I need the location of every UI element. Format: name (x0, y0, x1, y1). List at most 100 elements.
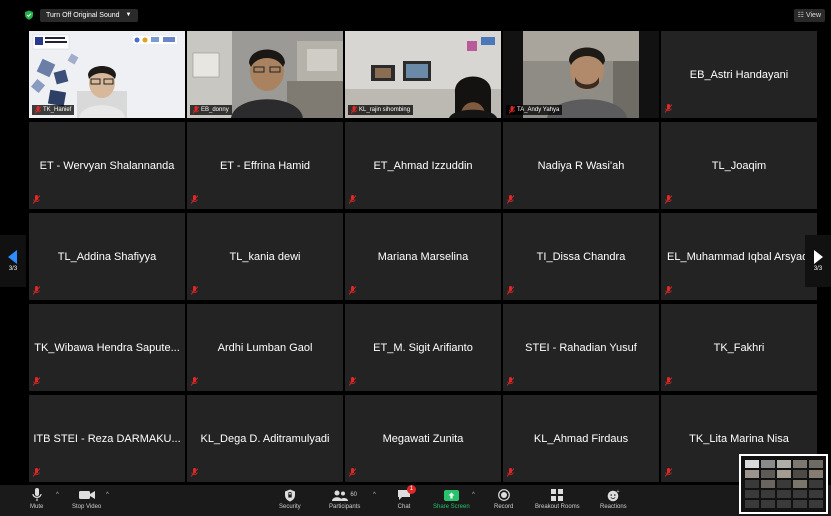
participant-tile[interactable]: KL_rajin sihombing (345, 31, 501, 118)
mic-muted-icon (665, 195, 672, 204)
mic-muted-icon (349, 286, 356, 295)
mute-label: Mute (30, 504, 44, 510)
participant-tile[interactable]: ITB STEI - Reza DARMAKU... (29, 395, 185, 482)
chat-badge: 1 (407, 485, 416, 494)
mic-muted-icon (33, 195, 40, 204)
participant-name: EB_Astri Handayani (689, 68, 789, 81)
participant-name: ET - Wervyan Shalannanda (39, 159, 175, 172)
participant-tile[interactable]: Mariana Marselina (345, 213, 501, 300)
participant-tile[interactable]: KL_Dega D. Aditramulyadi (187, 395, 343, 482)
smiley-icon: + (607, 489, 619, 501)
mic-muted-icon (191, 195, 198, 204)
participants-count: 60 (350, 492, 358, 498)
reactions-button[interactable]: + Reactions (600, 487, 627, 511)
view-label: View (805, 12, 821, 19)
previous-page-button[interactable]: 3/3 (0, 235, 26, 287)
minimap-tile (777, 460, 791, 468)
chevron-up-icon[interactable]: ^ (106, 492, 109, 498)
participant-name: Mariana Marselina (377, 250, 469, 263)
record-button[interactable]: Record (494, 487, 513, 510)
participant-tile[interactable]: KL_Ahmad Firdaus (503, 395, 659, 482)
participant-tile[interactable]: TK_Fakhri (661, 304, 817, 391)
participant-name: TL_kania dewi (229, 250, 301, 263)
minimap-tile (809, 460, 823, 468)
participant-tile[interactable]: EL_Muhammad Iqbal Arsyad (661, 213, 817, 300)
minimap-tile (777, 470, 791, 478)
chevron-up-icon[interactable]: ^ (472, 492, 475, 498)
share-screen-label: Share Screen (433, 504, 470, 510)
breakout-rooms-button[interactable]: Breakout Rooms (535, 487, 580, 510)
participant-tile[interactable]: EB_Astri Handayani (661, 31, 817, 118)
participant-name: Ardhi Lumban Gaol (217, 341, 313, 354)
participant-name-label: EB_donny (190, 105, 232, 115)
mic-muted-icon (665, 286, 672, 295)
svg-text:+: + (616, 489, 619, 495)
participant-tile[interactable]: TA_Andy Yahya (503, 31, 659, 118)
chevron-right-icon (814, 250, 823, 264)
stop-video-button[interactable]: Stop Video (72, 487, 101, 510)
shield-icon[interactable] (24, 10, 34, 20)
participant-tile[interactable]: TK_Hanief (29, 31, 185, 118)
chat-button[interactable]: 1 Chat (397, 485, 416, 510)
participant-tile[interactable]: TL_kania dewi (187, 213, 343, 300)
record-icon (497, 489, 510, 501)
microphone-icon (32, 488, 42, 501)
participant-name-label: TK_Hanief (32, 105, 75, 115)
next-page-button[interactable]: 3/3 (805, 235, 831, 287)
minimap-tile (793, 500, 807, 508)
participant-tile[interactable]: ET - Wervyan Shalannanda (29, 122, 185, 209)
breakout-rooms-icon (551, 489, 564, 501)
share-screen-button[interactable]: Share Screen (433, 487, 470, 510)
participant-tile[interactable]: Ardhi Lumban Gaol (187, 304, 343, 391)
mic-muted-icon (507, 286, 514, 295)
minimap-tile (745, 490, 759, 498)
chevron-up-icon[interactable]: ^ (373, 492, 376, 498)
participant-tile[interactable]: STEI - Rahadian Yusuf (503, 304, 659, 391)
mic-muted-icon (33, 286, 40, 295)
participant-tile[interactable]: ET_Ahmad Izzuddin (345, 122, 501, 209)
chevron-down-icon[interactable]: ▼ (126, 9, 132, 22)
gallery-grid: TK_Hanief EB_donny KL_rajin sihombing TA… (29, 31, 818, 483)
participant-name: TA_Andy Yahya (517, 107, 560, 113)
mic-muted-icon (33, 377, 40, 386)
mic-muted-icon (665, 468, 672, 477)
participant-tile[interactable]: EB_donny (187, 31, 343, 118)
participant-tile[interactable]: Nadiya R Wasi'ah (503, 122, 659, 209)
minimap-tile (745, 480, 759, 488)
mic-muted-icon (507, 377, 514, 386)
participant-name: TK_Hanief (43, 107, 72, 113)
gallery-minimap[interactable] (739, 454, 828, 514)
minimap-tile (777, 480, 791, 488)
participant-tile[interactable]: TL_Addina Shafiyya (29, 213, 185, 300)
participant-name: ET_M. Sigit Arifianto (373, 341, 473, 354)
participant-tile[interactable]: ET - Effrina Hamid (187, 122, 343, 209)
participant-tile[interactable]: TI_Dissa Chandra (503, 213, 659, 300)
participant-tile[interactable]: ET_M. Sigit Arifianto (345, 304, 501, 391)
participant-name: EB_donny (201, 107, 229, 113)
minimap-tile (761, 500, 775, 508)
mic-muted-icon (191, 377, 198, 386)
chevron-up-icon[interactable]: ^ (56, 492, 59, 498)
participant-name: TK_Wibawa Hendra Sapute... (34, 341, 180, 354)
minimap-tile (793, 480, 807, 488)
security-button[interactable]: Security (279, 487, 301, 510)
top-bar: Turn Off Original Sound ▼ ☷ View (0, 0, 831, 28)
view-button[interactable]: ☷ View (793, 9, 825, 22)
minimap-tile (793, 470, 807, 478)
minimap-tile (809, 490, 823, 498)
participant-tile[interactable]: Megawati Zunita (345, 395, 501, 482)
mic-muted-icon (665, 104, 672, 113)
mic-muted-icon (191, 468, 198, 477)
meeting-toolbar: Mute ^ Stop Video ^ Security 60 Particip… (0, 485, 831, 516)
participants-button[interactable]: 60 Participants (329, 487, 360, 510)
mic-muted-icon (349, 468, 356, 477)
chat-label: Chat (397, 504, 411, 510)
participant-tile[interactable]: TL_Joaqim (661, 122, 817, 209)
participant-tile[interactable]: TK_Wibawa Hendra Sapute... (29, 304, 185, 391)
mute-button[interactable]: Mute (30, 487, 43, 510)
mic-muted-icon (507, 195, 514, 204)
shield-icon (284, 489, 295, 501)
participants-label: Participants (329, 504, 361, 510)
original-sound-button[interactable]: Turn Off Original Sound ▼ (40, 9, 138, 22)
participant-name-label: TA_Andy Yahya (506, 105, 563, 115)
